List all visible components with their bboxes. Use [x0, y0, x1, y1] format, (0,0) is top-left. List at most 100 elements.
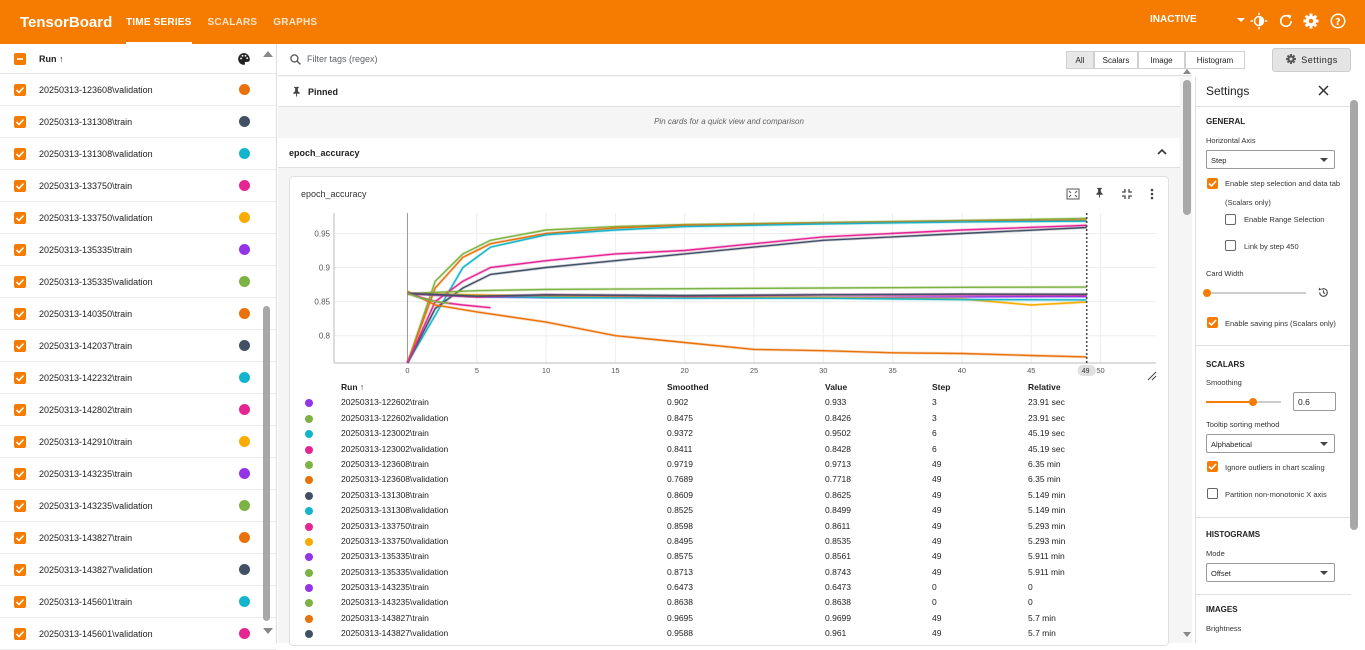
saving-pins-checkbox[interactable] — [1207, 317, 1218, 328]
main-scroll-down-icon[interactable] — [1183, 632, 1191, 637]
run-checkbox[interactable] — [14, 563, 26, 576]
run-color-swatch[interactable] — [239, 308, 250, 319]
runs-header-label[interactable]: Run ↑ — [39, 54, 64, 64]
line-chart[interactable]: 0.8 0.85 0.9 0.95 0 5 10 15 20 25 30 35 40 45 50 49 — [290, 205, 1170, 405]
run-checkbox[interactable] — [14, 275, 26, 288]
collapse-icon[interactable] — [1121, 187, 1133, 205]
run-color-swatch[interactable] — [239, 276, 250, 287]
smoothing-input[interactable]: 0.6 — [1293, 392, 1336, 411]
more-vert-icon[interactable] — [1150, 187, 1154, 205]
run-color-swatch[interactable] — [239, 404, 250, 415]
run-color-swatch[interactable] — [239, 628, 250, 639]
run-checkbox[interactable] — [14, 307, 26, 320]
run-color-swatch[interactable] — [239, 340, 250, 351]
type-filter-all[interactable]: All — [1066, 51, 1094, 69]
run-checkbox[interactable] — [14, 435, 26, 448]
run-color-swatch[interactable] — [239, 372, 250, 383]
run-checkbox[interactable] — [14, 627, 26, 640]
run-checkbox[interactable] — [14, 83, 26, 96]
tab-scalars[interactable]: SCALARS — [208, 0, 258, 44]
pin-card-icon[interactable] — [1094, 186, 1105, 204]
settings-scrollbar[interactable] — [1350, 100, 1358, 530]
run-color-swatch[interactable] — [239, 244, 250, 255]
run-row[interactable]: 20250313-142232\train — [0, 362, 276, 394]
run-row[interactable]: 20250313-133750\train — [0, 170, 276, 202]
run-color-swatch[interactable] — [239, 532, 250, 543]
tooltip-sorting-select[interactable]: Alphabetical — [1206, 434, 1335, 453]
scroll-down-arrow-icon[interactable] — [263, 628, 273, 634]
run-row[interactable]: 20250313-143235\train — [0, 458, 276, 490]
run-row[interactable]: 20250313-143827\train — [0, 522, 276, 554]
run-checkbox[interactable] — [14, 211, 26, 224]
run-row[interactable]: 20250313-142910\train — [0, 426, 276, 458]
run-checkbox[interactable] — [14, 595, 26, 608]
run-row[interactable]: 20250313-135335\validation — [0, 266, 276, 298]
run-row[interactable]: 20250313-142802\train — [0, 394, 276, 426]
run-checkbox[interactable] — [14, 179, 26, 192]
run-row[interactable]: 20250313-131308\train — [0, 106, 276, 138]
run-color-swatch[interactable] — [239, 596, 250, 607]
run-row[interactable]: 20250313-133750\validation — [0, 202, 276, 234]
refresh-icon[interactable] — [1277, 12, 1295, 30]
run-row[interactable]: 20250313-131308\validation — [0, 138, 276, 170]
card-width-slider[interactable] — [1206, 292, 1306, 294]
partition-checkbox[interactable] — [1207, 488, 1218, 499]
run-color-swatch[interactable] — [239, 180, 250, 191]
run-checkbox[interactable] — [14, 499, 26, 512]
run-color-swatch[interactable] — [239, 500, 250, 511]
run-row[interactable]: 20250313-123608\validation — [0, 74, 276, 106]
run-color-swatch[interactable] — [239, 116, 250, 127]
step-selection-checkbox[interactable] — [1207, 178, 1218, 189]
smoothing-thumb[interactable] — [1249, 398, 1257, 406]
filter-input[interactable]: Filter tags (regex) — [307, 54, 378, 64]
range-selection-checkbox[interactable] — [1225, 214, 1236, 225]
select-all-checkbox[interactable] — [14, 53, 26, 65]
run-color-swatch[interactable] — [239, 436, 250, 447]
horizontal-axis-select[interactable]: Step — [1206, 150, 1335, 169]
help-icon[interactable]: ? — [1329, 12, 1347, 30]
run-row[interactable]: 20250313-135335\train — [0, 234, 276, 266]
group-epoch-accuracy[interactable]: epoch_accuracy — [278, 138, 1180, 168]
tab-graphs[interactable]: GRAPHS — [273, 0, 317, 44]
mode-select[interactable]: Offset — [1206, 563, 1335, 582]
chevron-up-icon[interactable] — [1156, 147, 1168, 159]
run-checkbox[interactable] — [14, 115, 26, 128]
run-row[interactable]: 20250313-142037\train — [0, 330, 276, 362]
scroll-up-arrow-icon[interactable] — [263, 51, 273, 57]
run-checkbox[interactable] — [14, 147, 26, 160]
reset-icon[interactable] — [1317, 286, 1330, 301]
run-color-swatch[interactable] — [239, 212, 250, 223]
runs-scrollbar[interactable] — [263, 306, 270, 621]
run-color-swatch[interactable] — [239, 84, 250, 95]
ignore-outliers-checkbox[interactable] — [1207, 461, 1218, 472]
type-filter-histogram[interactable]: Histogram — [1185, 51, 1245, 69]
close-icon[interactable] — [1318, 85, 1329, 98]
theme-toggle-icon[interactable] — [1250, 12, 1268, 30]
link-by-step-checkbox[interactable] — [1225, 240, 1236, 251]
card-width-thumb[interactable] — [1203, 289, 1211, 297]
run-row[interactable]: 20250313-145601\train — [0, 586, 276, 618]
run-checkbox[interactable] — [14, 243, 26, 256]
run-row[interactable]: 20250313-145601\validation — [0, 618, 276, 650]
run-checkbox[interactable] — [14, 403, 26, 416]
palette-icon[interactable] — [237, 52, 251, 68]
run-checkbox[interactable] — [14, 531, 26, 544]
run-row[interactable]: 20250313-140350\train — [0, 298, 276, 330]
main-scrollbar[interactable] — [1183, 80, 1191, 215]
main-scroll-up-icon[interactable] — [1183, 69, 1191, 74]
run-color-swatch[interactable] — [239, 564, 250, 575]
run-color-swatch[interactable] — [239, 468, 250, 479]
gear-icon[interactable] — [1302, 12, 1320, 30]
run-row[interactable]: 20250313-143827\validation — [0, 554, 276, 586]
type-filter-scalars[interactable]: Scalars — [1094, 51, 1138, 69]
run-color-swatch[interactable] — [239, 148, 250, 159]
run-row[interactable]: 20250313-143235\validation — [0, 490, 276, 522]
col-run[interactable]: Run ↑ — [341, 382, 364, 392]
settings-button[interactable]: Settings — [1272, 48, 1351, 72]
type-filter-image[interactable]: Image — [1138, 51, 1185, 69]
tab-time-series[interactable]: TIME SERIES — [126, 0, 192, 44]
run-checkbox[interactable] — [14, 339, 26, 352]
fit-domain-icon[interactable] — [1066, 187, 1080, 205]
run-checkbox[interactable] — [14, 467, 26, 480]
run-checkbox[interactable] — [14, 371, 26, 384]
